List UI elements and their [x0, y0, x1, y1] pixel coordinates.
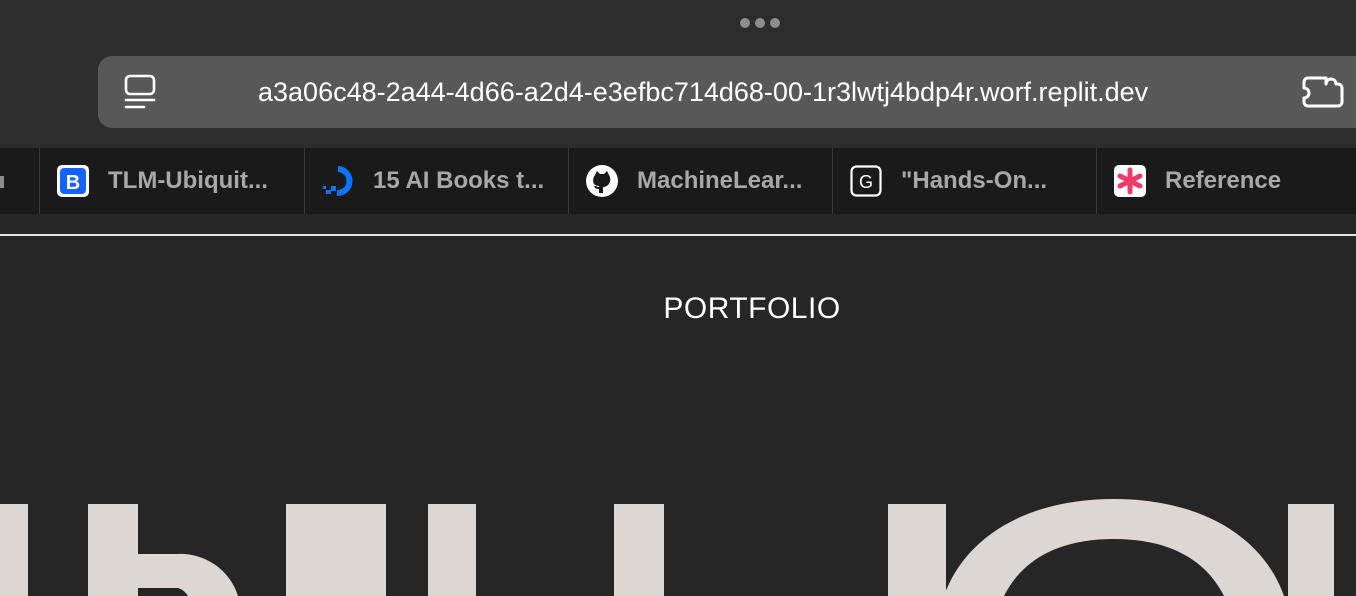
tab-label: Reference: [1165, 167, 1282, 194]
tab-reference[interactable]: Reference: [1096, 148, 1356, 214]
tab-bar: B TLM-Ubiquit... 15 AI Books t... Machin…: [0, 148, 1356, 214]
hero-letter-shapes: [0, 499, 1334, 596]
browser-toolbar: a3a06c48-2a44-4d66-a2d4-e3efbc714d68-00-…: [0, 0, 1356, 148]
extension-icon[interactable]: [1298, 72, 1346, 112]
tab-label: "Hands-On...: [901, 167, 1048, 194]
reader-mode-icon[interactable]: [122, 73, 160, 111]
github-icon: [585, 164, 619, 198]
tab-label: 15 AI Books t...: [373, 167, 545, 194]
asterisk-icon: [1113, 164, 1147, 198]
hero-heading-letters: [0, 499, 1334, 596]
svg-text:G: G: [859, 172, 873, 192]
g-square-icon: G: [849, 164, 883, 198]
tab-machinelearning[interactable]: MachineLear...: [568, 148, 832, 214]
page-content: PORTFOLIO: [0, 236, 1356, 596]
address-bar[interactable]: a3a06c48-2a44-4d66-a2d4-e3efbc714d68-00-…: [98, 56, 1356, 128]
tab-label: MachineLear...: [637, 167, 803, 194]
url-text[interactable]: a3a06c48-2a44-4d66-a2d4-e3efbc714d68-00-…: [258, 76, 1268, 108]
tab-label: TLM-Ubiquit...: [108, 167, 268, 194]
content-top-gap: [0, 214, 1356, 234]
tab-partial[interactable]: [0, 148, 39, 214]
tab-tlm-ubiquitous[interactable]: B TLM-Ubiquit...: [39, 148, 304, 214]
digitalocean-icon: [321, 164, 355, 198]
three-dots-icon[interactable]: [740, 18, 780, 28]
tab-ai-books[interactable]: 15 AI Books t...: [304, 148, 568, 214]
tab-hands-on[interactable]: G "Hands-On...: [832, 148, 1096, 214]
b-logo-icon: B: [56, 164, 90, 198]
svg-text:B: B: [66, 172, 80, 194]
